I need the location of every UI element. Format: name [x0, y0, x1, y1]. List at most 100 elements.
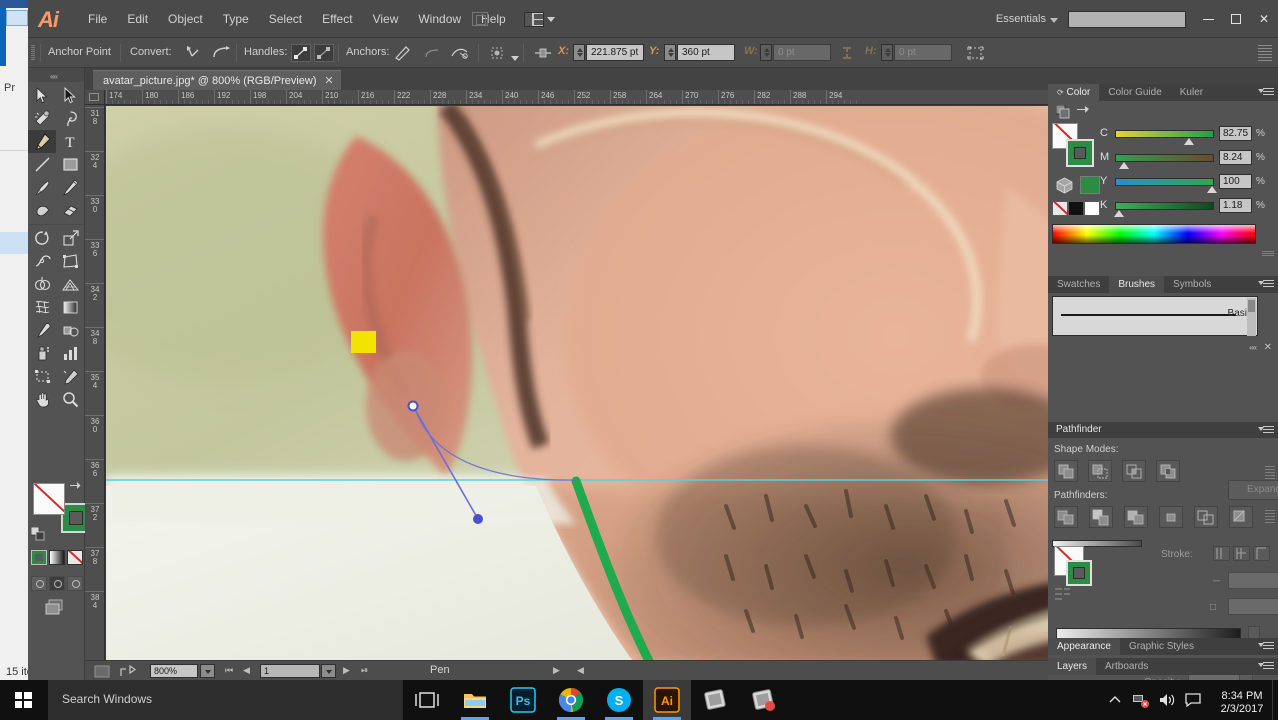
column-graph-tool[interactable]	[56, 342, 84, 365]
hide-handles-icon[interactable]	[314, 44, 334, 62]
file-explorer-icon[interactable]	[451, 680, 499, 720]
convert-to-corner-icon[interactable]	[183, 44, 203, 62]
stroke-options-icon[interactable]	[1054, 586, 1072, 603]
taskbar-clock[interactable]: 8:34 PM 2/3/2017	[1206, 684, 1278, 716]
current-tool-label[interactable]: Pen	[430, 664, 450, 676]
draw-behind-icon[interactable]	[49, 576, 65, 591]
control-bar-grip[interactable]	[31, 45, 35, 61]
color-spectrum-ramp[interactable]	[1052, 224, 1256, 244]
direct-selection-tool[interactable]	[56, 84, 84, 107]
skype-icon[interactable]: S	[595, 680, 643, 720]
workspace-label[interactable]: Essentials	[996, 13, 1046, 25]
magic-wand-tool[interactable]	[28, 107, 56, 130]
slider-y-track[interactable]	[1115, 178, 1214, 186]
x-field[interactable]: 221.875 pt	[586, 44, 644, 61]
vertical-ruler[interactable]: 318324330336342348354360366372378384	[85, 105, 105, 665]
width-tool[interactable]	[28, 250, 56, 273]
convert-to-smooth-icon[interactable]	[211, 44, 231, 62]
slider-k-knob[interactable]	[1114, 210, 1124, 217]
slider-k-value[interactable]: 1.18	[1219, 198, 1252, 213]
minimize-button[interactable]	[1194, 6, 1222, 32]
control-bar-overflow-icon[interactable]	[1258, 45, 1272, 61]
rectangle-tool[interactable]	[56, 153, 84, 176]
line-segment-tool[interactable]	[28, 153, 56, 176]
menu-select[interactable]: Select	[259, 0, 312, 38]
color-fill-stroke-swap-icon[interactable]	[1056, 105, 1070, 119]
brush-list[interactable]: Basic	[1052, 296, 1258, 336]
pathfinder-panel-menu-icon[interactable]	[1258, 425, 1274, 436]
app-icon-8[interactable]	[739, 680, 787, 720]
merge-button[interactable]	[1124, 506, 1148, 528]
network-icon[interactable]	[1128, 680, 1154, 720]
bridge-icon[interactable]	[472, 12, 488, 26]
perspective-grid-tool[interactable]	[56, 273, 84, 296]
slider-c-value[interactable]: 82.75	[1219, 126, 1252, 141]
lasso-tool[interactable]	[56, 107, 84, 130]
color-mode-gradient[interactable]	[49, 550, 65, 565]
scale-tool[interactable]	[56, 227, 84, 250]
slider-m-knob[interactable]	[1119, 162, 1129, 169]
gradient-tool[interactable]	[56, 296, 84, 319]
status-expand-icon[interactable]: ▶	[553, 665, 560, 676]
align-stroke-inside-icon[interactable]	[1233, 546, 1250, 561]
task-view-icon[interactable]	[403, 680, 451, 720]
pencil-tool[interactable]	[56, 176, 84, 199]
slider-m-value[interactable]: 8.24	[1219, 150, 1252, 165]
first-artboard-icon[interactable]: ⏮	[225, 665, 233, 676]
volume-icon[interactable]	[1154, 680, 1180, 720]
menu-window[interactable]: Window	[408, 0, 471, 38]
tab-layers[interactable]: Layers	[1048, 658, 1096, 675]
intersect-button[interactable]	[1122, 460, 1146, 482]
close-brushes-icon[interactable]: ✕	[1264, 342, 1272, 353]
eraser-tool[interactable]	[56, 199, 84, 222]
blob-brush-tool[interactable]	[28, 199, 56, 222]
tab-kuler[interactable]: Kuler	[1171, 84, 1212, 101]
collapse-tools-icon[interactable]: ««	[50, 72, 57, 81]
default-fill-stroke-icon[interactable]	[31, 527, 45, 541]
outline-button[interactable]	[1194, 506, 1218, 528]
x-stepper[interactable]	[573, 44, 585, 61]
tab-color-guide[interactable]: Color Guide	[1099, 84, 1170, 101]
show-hidden-icons-chevron-up-icon[interactable]	[1102, 680, 1128, 720]
zoom-level-field[interactable]: 800%	[150, 664, 198, 678]
search-input[interactable]	[1068, 11, 1186, 28]
show-desktop-button[interactable]	[1272, 680, 1278, 720]
arrange-documents-icon[interactable]	[524, 12, 544, 27]
exclude-button[interactable]	[1156, 460, 1180, 482]
workspace-chevron-down-icon[interactable]	[1050, 18, 1058, 23]
last-artboard-icon[interactable]: ⏯	[361, 665, 368, 676]
trim-button[interactable]	[1089, 506, 1113, 528]
artboard-number-field[interactable]: 1	[260, 664, 320, 678]
brush-list-scrollbar[interactable]	[1247, 298, 1256, 336]
brushes-panel-menu-icon[interactable]	[1258, 279, 1274, 290]
free-transform-tool[interactable]	[56, 250, 84, 273]
zoom-preset-dropdown[interactable]	[200, 664, 215, 678]
y-field[interactable]: 360 pt	[677, 44, 735, 61]
previous-artboard-icon[interactable]: ◀	[243, 665, 250, 676]
crop-button[interactable]	[1159, 506, 1183, 528]
tab-appearance[interactable]: Appearance	[1048, 638, 1120, 655]
menu-type[interactable]: Type	[213, 0, 259, 38]
sg-stroke-swatch[interactable]	[1066, 560, 1092, 586]
shape-builder-tool[interactable]	[28, 273, 56, 296]
rotate-tool[interactable]	[28, 227, 56, 250]
appearance-panel-menu-icon[interactable]	[1258, 641, 1274, 652]
isolate-object-icon[interactable]	[488, 44, 508, 62]
start-button[interactable]	[0, 680, 48, 720]
slider-c-track[interactable]	[1115, 130, 1214, 138]
arrange-chevron-down-icon[interactable]	[547, 17, 555, 22]
ruler-origin-icon[interactable]	[85, 90, 105, 105]
slider-y-knob[interactable]	[1207, 186, 1217, 193]
swatch-none[interactable]	[1052, 201, 1068, 216]
align-icon[interactable]	[533, 44, 553, 62]
color-swap-arrow-icon[interactable]	[1076, 105, 1090, 117]
menu-effect[interactable]: Effect	[312, 0, 362, 38]
y-stepper[interactable]	[664, 44, 676, 61]
lock-proportions-icon[interactable]	[838, 44, 858, 62]
unite-button[interactable]	[1054, 460, 1078, 482]
tab-symbols[interactable]: Symbols	[1164, 276, 1220, 293]
next-artboard-icon[interactable]: ▶	[343, 665, 350, 676]
selection-tool[interactable]	[28, 84, 56, 107]
connect-anchors-icon[interactable]	[422, 44, 442, 62]
remove-anchor-icon[interactable]	[392, 44, 412, 62]
